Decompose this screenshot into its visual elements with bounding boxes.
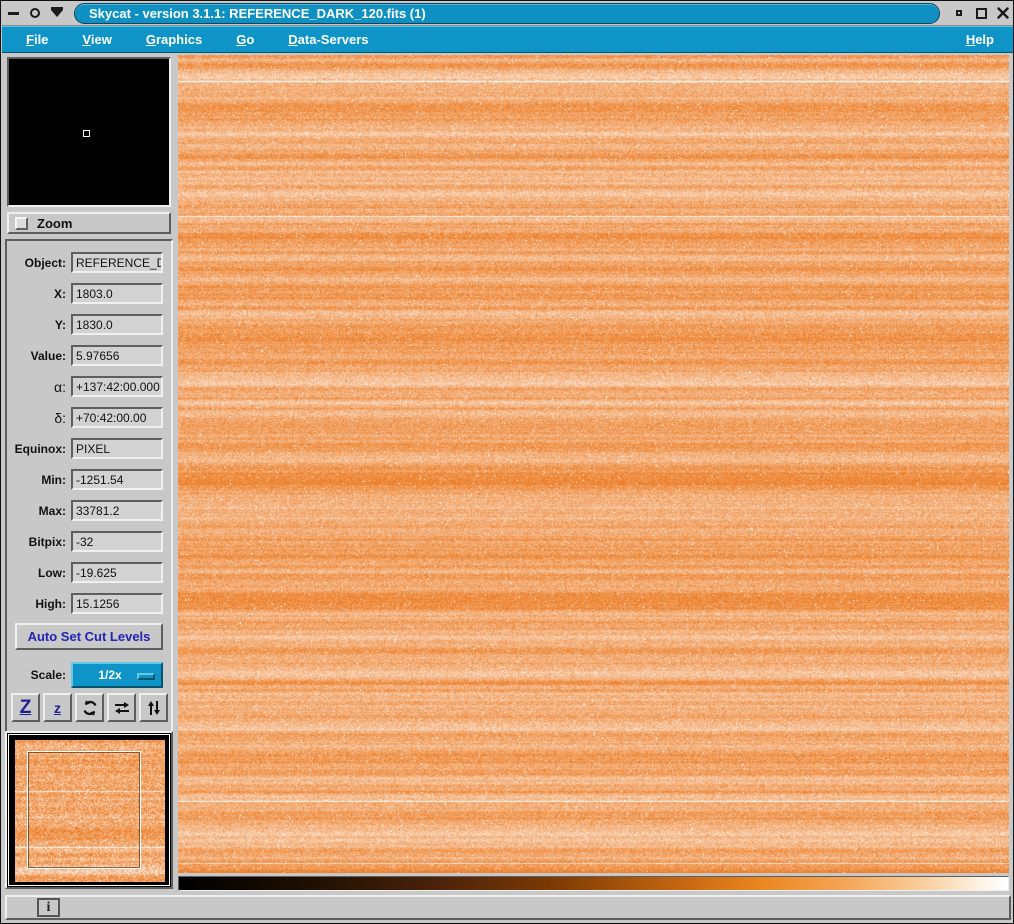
colorbar[interactable] bbox=[178, 876, 1009, 891]
min-label: Min: bbox=[7, 473, 71, 487]
zoom-out-button[interactable]: z bbox=[43, 693, 72, 722]
max-field[interactable] bbox=[71, 500, 163, 521]
window-maximize-button[interactable] bbox=[970, 3, 992, 23]
menu-help[interactable]: Help bbox=[956, 28, 1004, 51]
x-label: X: bbox=[7, 287, 71, 301]
x-field[interactable] bbox=[71, 283, 163, 304]
auto-set-cut-levels-button[interactable]: Auto Set Cut Levels bbox=[15, 623, 163, 650]
flip-horizontal-button[interactable] bbox=[107, 693, 136, 722]
window-title: Skycat - version 3.1.1: REFERENCE_DARK_1… bbox=[89, 6, 426, 21]
alpha-label: α: bbox=[7, 379, 71, 395]
low-field[interactable] bbox=[71, 562, 163, 583]
field-row-low: Low: bbox=[7, 557, 171, 588]
field-row-ra: α: bbox=[7, 371, 171, 402]
bitpix-label: Bitpix: bbox=[7, 535, 71, 549]
field-row-value: Value: bbox=[7, 340, 171, 371]
rotate-icon bbox=[81, 699, 99, 717]
y-label: Y: bbox=[7, 318, 71, 332]
zoom-checkbox-label: Zoom bbox=[37, 216, 72, 231]
small-square-icon bbox=[956, 10, 962, 16]
high-field[interactable] bbox=[71, 593, 163, 614]
delta-label: δ: bbox=[7, 410, 71, 426]
min-field[interactable] bbox=[71, 469, 163, 490]
equinox-field[interactable] bbox=[71, 438, 163, 459]
field-row-high: High: bbox=[7, 588, 171, 619]
y-field[interactable] bbox=[71, 314, 163, 335]
menubar: File View Graphics Go Data-Servers Help bbox=[2, 26, 1014, 53]
image-display-area[interactable] bbox=[178, 55, 1009, 873]
zoom-toggle-row: Zoom bbox=[7, 212, 171, 234]
statusbar: i bbox=[5, 895, 1011, 920]
zoom-in-button[interactable]: Z bbox=[11, 693, 40, 722]
value-field[interactable] bbox=[71, 345, 163, 366]
flip-vertical-button[interactable] bbox=[139, 693, 168, 722]
left-panel: Zoom Object: X: Y: Value: α: bbox=[5, 55, 175, 891]
window-shade-button[interactable] bbox=[46, 3, 68, 23]
zoom-checkbox[interactable] bbox=[15, 217, 28, 230]
equinox-label: Equinox: bbox=[7, 442, 71, 456]
titlebar: Skycat - version 3.1.1: REFERENCE_DARK_1… bbox=[2, 1, 1014, 26]
field-row-y: Y: bbox=[7, 309, 171, 340]
object-field[interactable] bbox=[71, 252, 163, 273]
menu-view[interactable]: View bbox=[72, 28, 121, 51]
field-row-equinox: Equinox: bbox=[7, 433, 171, 464]
scale-label: Scale: bbox=[7, 668, 71, 682]
pan-window[interactable] bbox=[8, 734, 170, 886]
window-close-button[interactable] bbox=[992, 3, 1014, 23]
field-row-dec: δ: bbox=[7, 402, 171, 433]
flip-vertical-icon bbox=[145, 699, 163, 717]
circle-icon bbox=[30, 8, 40, 18]
window-menu-button[interactable] bbox=[24, 3, 46, 23]
field-row-x: X: bbox=[7, 278, 171, 309]
max-label: Max: bbox=[7, 504, 71, 518]
flip-horizontal-icon bbox=[113, 699, 131, 717]
title-pill: Skycat - version 3.1.1: REFERENCE_DARK_1… bbox=[74, 3, 940, 24]
window-restore-button[interactable] bbox=[948, 3, 970, 23]
field-row-max: Max: bbox=[7, 495, 171, 526]
window-minimize-button[interactable] bbox=[2, 3, 24, 23]
info-panel: Object: X: Y: Value: α: δ: bbox=[5, 239, 173, 783]
menu-graphics[interactable]: Graphics bbox=[136, 28, 212, 51]
close-icon bbox=[997, 7, 1009, 19]
scale-value: 1/2x bbox=[98, 668, 121, 682]
pan-visible-area-rect[interactable] bbox=[27, 751, 141, 869]
bitpix-field[interactable] bbox=[71, 531, 163, 552]
zoom-out-label: z bbox=[54, 701, 61, 715]
zoom-display bbox=[7, 57, 171, 207]
low-label: Low: bbox=[7, 566, 71, 580]
zoom-cursor-marker bbox=[83, 130, 90, 137]
skycat-window: Skycat - version 3.1.1: REFERENCE_DARK_1… bbox=[0, 0, 1014, 924]
maximize-icon bbox=[976, 8, 987, 19]
pan-window-frame bbox=[5, 731, 173, 889]
shade-icon bbox=[51, 10, 63, 17]
minimize-icon bbox=[8, 12, 19, 15]
dec-field[interactable] bbox=[71, 407, 163, 428]
ra-field[interactable] bbox=[71, 376, 163, 397]
info-icon: i bbox=[47, 900, 51, 916]
menu-data-servers[interactable]: Data-Servers bbox=[278, 28, 378, 51]
info-button[interactable]: i bbox=[37, 898, 60, 917]
image-toolbar: Z z bbox=[11, 693, 171, 723]
menu-go[interactable]: Go bbox=[226, 28, 264, 51]
field-row-object: Object: bbox=[7, 247, 171, 278]
object-label: Object: bbox=[7, 256, 71, 270]
field-row-bitpix: Bitpix: bbox=[7, 526, 171, 557]
option-menu-indicator-icon bbox=[137, 673, 155, 680]
scale-row: Scale: 1/2x bbox=[7, 661, 171, 689]
zoom-in-label: Z bbox=[20, 698, 32, 717]
fits-image[interactable] bbox=[178, 55, 1009, 873]
scale-option-menu[interactable]: 1/2x bbox=[71, 662, 163, 688]
field-row-min: Min: bbox=[7, 464, 171, 495]
value-label: Value: bbox=[7, 349, 71, 363]
high-label: High: bbox=[7, 597, 71, 611]
menu-file[interactable]: File bbox=[16, 28, 58, 51]
rotate-button[interactable] bbox=[75, 693, 104, 722]
